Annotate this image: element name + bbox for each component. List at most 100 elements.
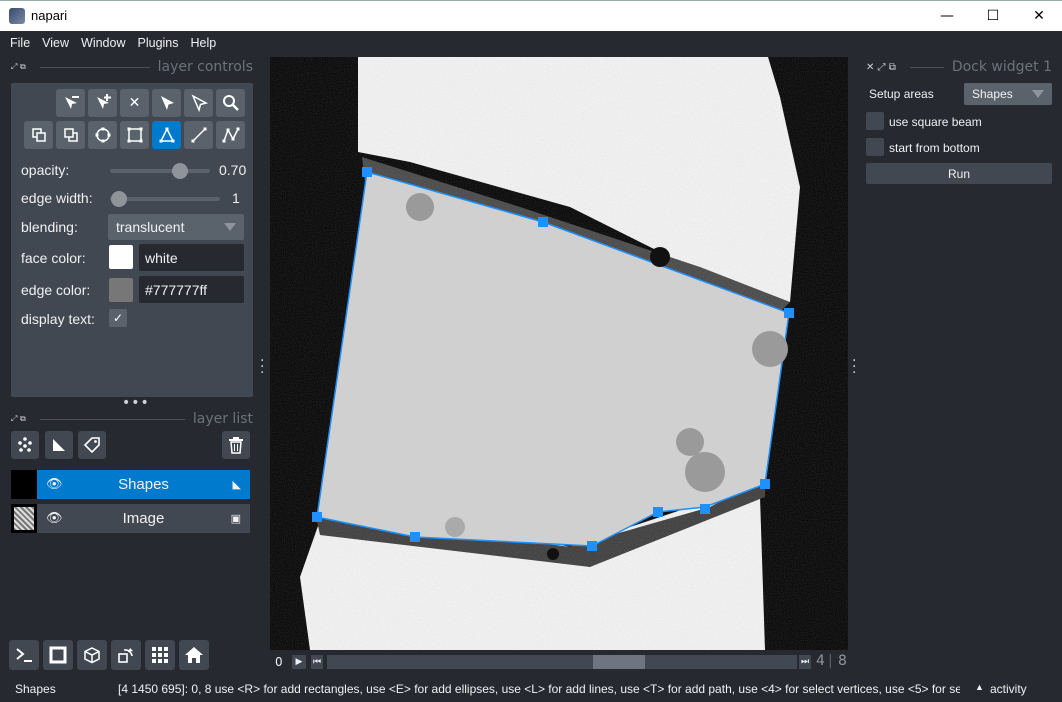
shapes-icon bbox=[53, 439, 65, 451]
dims-start-label: 0 bbox=[275, 655, 283, 669]
edge-color-field[interactable]: #777777ff bbox=[139, 276, 244, 303]
move-front-icon[interactable] bbox=[56, 121, 85, 149]
shapes-layer-type-icon: ◣ bbox=[232, 478, 241, 491]
left-splitter-handle[interactable]: · · · bbox=[260, 354, 264, 380]
chevron-down-icon bbox=[1032, 90, 1044, 98]
menu-window[interactable]: Window bbox=[75, 36, 131, 50]
window-title: napari bbox=[31, 8, 68, 23]
face-color-label: face color: bbox=[21, 250, 86, 266]
play-button[interactable]: ▶ bbox=[292, 655, 306, 669]
home-button[interactable] bbox=[179, 640, 209, 670]
delete-shape-icon[interactable]: ✕ bbox=[120, 89, 149, 117]
layer-thumbnail bbox=[11, 504, 37, 533]
dims-slider-bar: 0 ▶ ⏮ ⏭ 4 | 8 bbox=[270, 651, 848, 673]
face-color-swatch[interactable] bbox=[109, 245, 133, 269]
layer-row-image[interactable]: 👁 Image ▣ bbox=[11, 504, 250, 533]
step-back-button[interactable]: ⏮ bbox=[311, 655, 323, 669]
dock-widget-header: ✕ ⤢ ⧉ Dock widget 1 bbox=[866, 56, 1052, 78]
edge-width-slider-handle[interactable] bbox=[111, 191, 127, 207]
move-back-icon[interactable] bbox=[24, 121, 53, 149]
start-bottom-checkbox[interactable] bbox=[866, 138, 884, 156]
new-shapes-layer-button[interactable] bbox=[45, 431, 73, 459]
canvas-image bbox=[270, 57, 848, 650]
start-bottom-label: start from bottom bbox=[889, 141, 980, 155]
grid-view-button[interactable] bbox=[145, 640, 175, 670]
panel-resize-handle[interactable]: ••• bbox=[122, 396, 150, 410]
step-forward-button[interactable]: ⏭ bbox=[799, 655, 811, 669]
add-rectangle-icon[interactable] bbox=[120, 121, 149, 149]
edge-width-value: 1 bbox=[232, 190, 240, 206]
transpose-button[interactable] bbox=[111, 640, 141, 670]
viewer-canvas[interactable] bbox=[270, 57, 848, 650]
square-beam-checkbox[interactable] bbox=[866, 112, 884, 130]
layer-thumbnail bbox=[11, 470, 37, 499]
blending-value: translucent bbox=[116, 219, 185, 235]
menu-help[interactable]: Help bbox=[185, 36, 223, 50]
activity-caret-icon: ▲ bbox=[975, 682, 984, 692]
trash-icon bbox=[229, 437, 243, 454]
dock-header-divider bbox=[909, 66, 944, 68]
roll-dims-button[interactable] bbox=[77, 640, 107, 670]
title-bar: napari — ☐ ✕ bbox=[0, 0, 1062, 31]
layer-row-shapes[interactable]: 👁 Shapes ◣ bbox=[11, 470, 250, 499]
status-bar: Shapes [4 1450 695]: 0, 8 use <R> for ad… bbox=[0, 678, 1062, 702]
dims-separator: | bbox=[828, 653, 833, 669]
layer-name: Image bbox=[122, 510, 165, 527]
opacity-value: 0.70 bbox=[219, 162, 247, 178]
opacity-slider[interactable] bbox=[110, 169, 210, 173]
select-shape-icon[interactable] bbox=[152, 89, 181, 117]
add-vertex-icon[interactable] bbox=[88, 89, 117, 117]
add-path-icon[interactable] bbox=[216, 121, 245, 149]
face-color-field[interactable]: white bbox=[139, 244, 244, 271]
display-text-checkbox[interactable]: ✓ bbox=[109, 309, 127, 327]
header-divider bbox=[39, 66, 150, 68]
run-button[interactable]: Run bbox=[866, 163, 1052, 184]
dock-close-icon[interactable]: ✕ ⤢ ⧉ bbox=[866, 62, 896, 73]
add-line-icon[interactable] bbox=[184, 121, 213, 149]
ndisplay-button[interactable] bbox=[43, 640, 73, 670]
edge-width-label: edge width: bbox=[21, 190, 93, 206]
float-close-icon[interactable]: ⤢ ⧉ bbox=[11, 62, 26, 72]
menu-file[interactable]: File bbox=[4, 36, 36, 50]
layer-item-image[interactable]: 👁 Image ▣ bbox=[37, 504, 250, 533]
blending-dropdown[interactable]: translucent bbox=[108, 214, 244, 240]
add-ellipse-icon[interactable] bbox=[88, 121, 117, 149]
dims-current-value: 4 bbox=[816, 653, 825, 669]
float-close-icon-2[interactable]: ⤢ ⧉ bbox=[11, 414, 26, 424]
rotate-icon bbox=[118, 648, 133, 663]
maximize-button[interactable]: ☐ bbox=[970, 1, 1016, 31]
menu-view[interactable]: View bbox=[36, 36, 75, 50]
add-polygon-icon[interactable] bbox=[152, 121, 181, 149]
setup-areas-dropdown[interactable]: Shapes bbox=[964, 83, 1052, 105]
edge-color-swatch[interactable] bbox=[109, 278, 133, 302]
cube-icon bbox=[84, 647, 100, 664]
layer-controls-header: ⤢ ⧉ layer controls bbox=[11, 56, 253, 78]
label-tag-icon bbox=[83, 437, 100, 454]
opacity-label: opacity: bbox=[21, 162, 70, 178]
opacity-slider-handle[interactable] bbox=[172, 163, 188, 179]
activity-button[interactable]: activity bbox=[990, 682, 1027, 696]
status-message: [4 1450 695]: 0, 8 use <R> for add recta… bbox=[118, 682, 960, 696]
display-text-label: display text: bbox=[21, 311, 95, 327]
dims-slider[interactable] bbox=[327, 655, 797, 669]
layer-list-header: ⤢ ⧉ layer list bbox=[11, 408, 253, 430]
setup-areas-value: Shapes bbox=[972, 87, 1013, 101]
console-button[interactable] bbox=[9, 640, 39, 670]
close-button[interactable]: ✕ bbox=[1016, 1, 1062, 31]
minimize-button[interactable]: — bbox=[924, 1, 970, 31]
menu-plugins[interactable]: Plugins bbox=[132, 36, 185, 50]
dock-widget-title: Dock widget 1 bbox=[951, 59, 1052, 75]
chevron-down-icon bbox=[224, 223, 236, 231]
setup-areas-label: Setup areas bbox=[869, 87, 934, 101]
napari-app-icon bbox=[9, 8, 25, 24]
delete-layer-button[interactable] bbox=[222, 431, 250, 459]
layer-item-shapes[interactable]: 👁 Shapes ◣ bbox=[37, 470, 250, 499]
new-labels-layer-button[interactable] bbox=[78, 431, 106, 459]
square-beam-label: use square beam bbox=[889, 115, 982, 129]
dims-slider-handle[interactable] bbox=[593, 655, 645, 669]
remove-vertex-icon[interactable] bbox=[56, 89, 85, 117]
direct-select-icon[interactable] bbox=[184, 89, 213, 117]
pan-zoom-icon[interactable] bbox=[216, 89, 245, 117]
new-points-layer-button[interactable] bbox=[11, 431, 39, 459]
right-splitter-handle[interactable]: · · · bbox=[852, 354, 856, 380]
